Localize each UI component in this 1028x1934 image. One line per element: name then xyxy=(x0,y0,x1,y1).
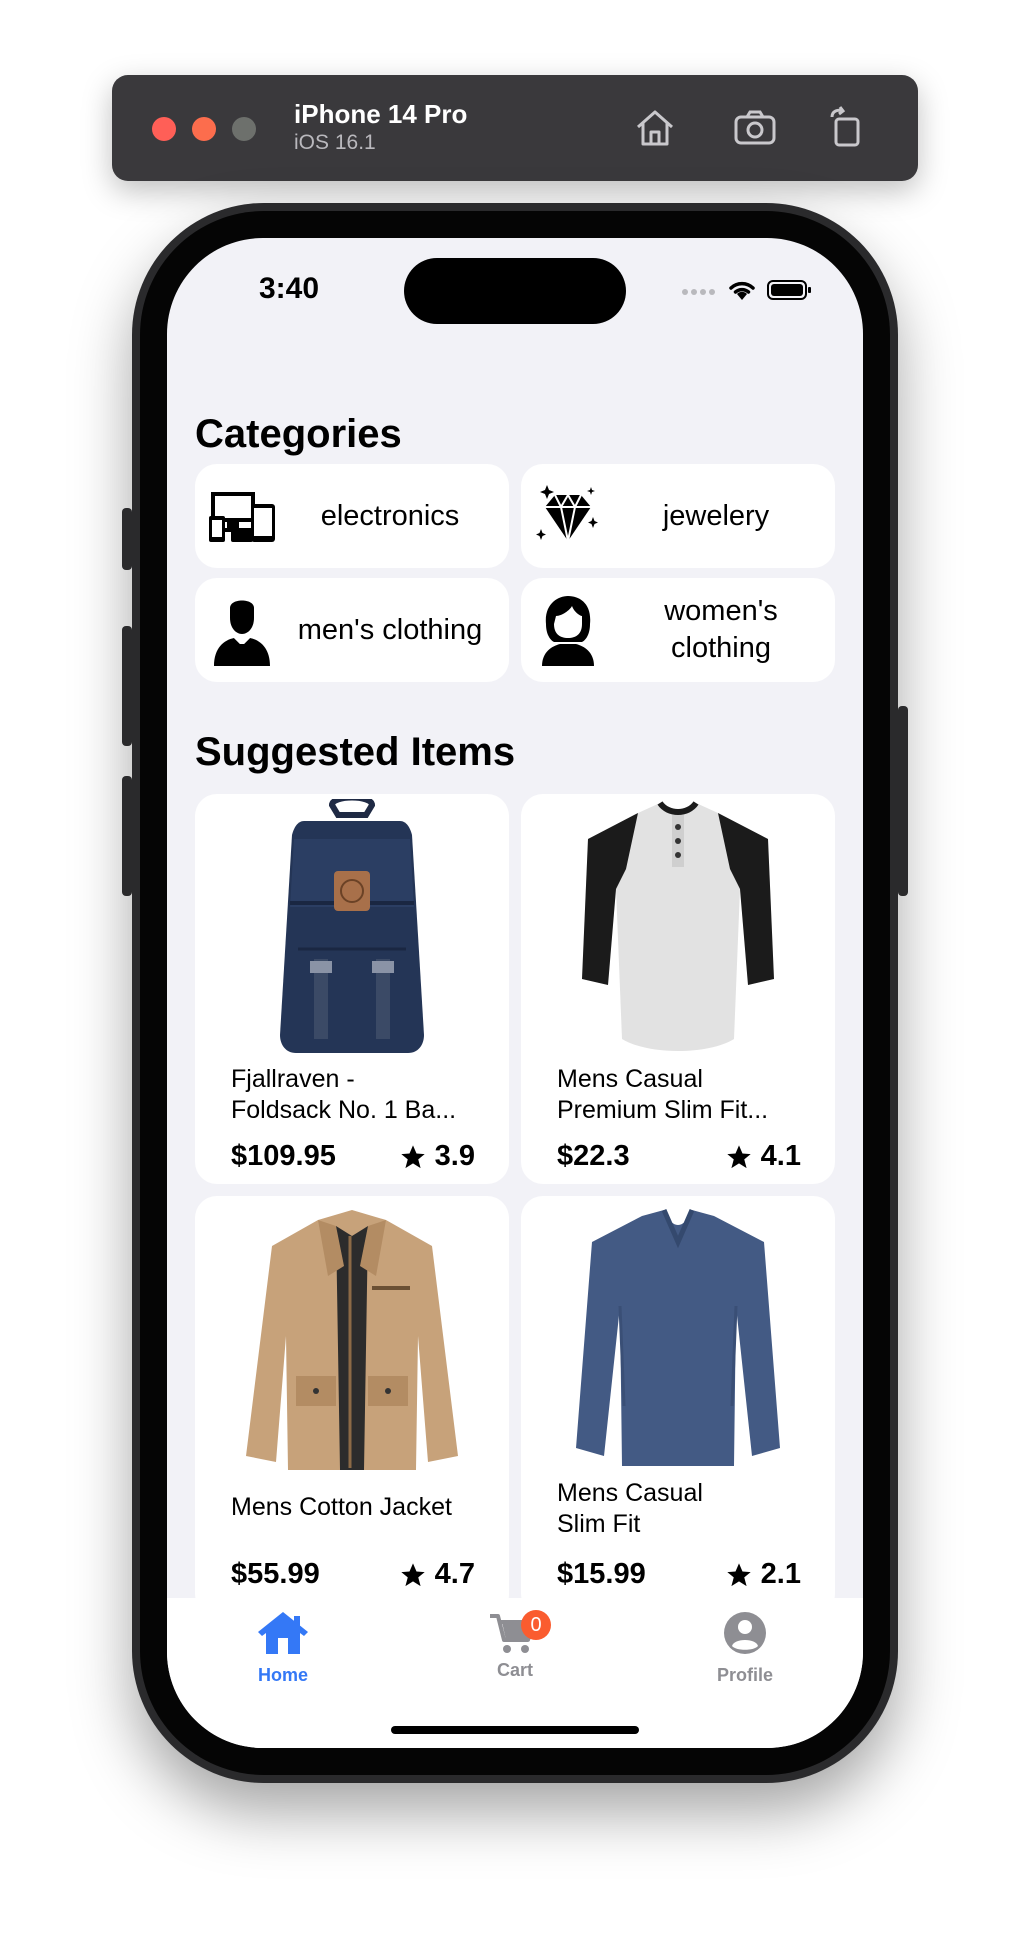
category-label: electronics xyxy=(320,499,460,532)
longsleeve-image xyxy=(521,1196,835,1486)
zoom-window-button[interactable] xyxy=(232,117,256,141)
star-icon xyxy=(401,1144,425,1168)
product-name-line2: Slim Fit xyxy=(557,1510,641,1538)
product-rating: 4.1 xyxy=(725,1140,801,1173)
minimize-window-button[interactable] xyxy=(192,117,216,141)
rating-value: 3.9 xyxy=(434,1140,475,1172)
rating-value: 2.1 xyxy=(760,1558,801,1590)
category-label: women's clothing xyxy=(664,595,778,664)
rating-value: 4.7 xyxy=(434,1558,475,1590)
product-card[interactable]: Mens Cotton Jacket $55.99 4.7 xyxy=(195,1196,509,1616)
product-name: Mens Casual Premium Slim Fit... xyxy=(557,1064,817,1126)
os-version: iOS 16.1 xyxy=(294,131,376,154)
category-label: men's clothing xyxy=(297,613,483,646)
product-card[interactable]: Fjallraven - Foldsack No. 1 Ba... $109.9… xyxy=(195,794,509,1184)
tab-cart[interactable]: 0 Cart xyxy=(455,1610,575,1681)
product-name-line1: Fjallraven - xyxy=(231,1065,355,1093)
star-icon xyxy=(727,1562,751,1586)
woman-icon xyxy=(531,593,605,667)
rotate-icon[interactable] xyxy=(822,103,872,153)
volume-up-button xyxy=(122,626,132,746)
cart-badge: 0 xyxy=(521,1610,551,1640)
product-price: $15.99 xyxy=(557,1558,646,1590)
status-time: 3:40 xyxy=(259,272,320,305)
wifi-icon xyxy=(727,278,757,307)
category-label: jewelery xyxy=(662,499,770,532)
categories-title: Categories xyxy=(195,412,402,456)
product-price: $22.3 xyxy=(557,1140,630,1172)
jacket-image xyxy=(195,1196,509,1486)
device-name: iPhone 14 Pro xyxy=(294,99,468,129)
tab-home[interactable]: Home xyxy=(223,1610,343,1686)
category-mens-clothing[interactable]: men's clothing xyxy=(195,578,509,682)
category-electronics[interactable]: electronics xyxy=(195,464,509,568)
power-button xyxy=(898,706,908,896)
suggested-title: Suggested Items xyxy=(195,730,516,774)
status-icons xyxy=(681,278,813,307)
tab-profile[interactable]: Profile xyxy=(685,1610,805,1686)
home-indicator xyxy=(391,1726,639,1734)
silent-switch xyxy=(122,508,132,570)
close-window-button[interactable] xyxy=(152,117,176,141)
product-name-line1: Mens Casual xyxy=(557,1479,703,1507)
product-name: Fjallraven - Foldsack No. 1 Ba... xyxy=(231,1064,491,1126)
tab-label: Profile xyxy=(716,1665,773,1685)
category-womens-clothing[interactable]: women's clothing xyxy=(521,578,835,682)
star-icon xyxy=(401,1562,425,1586)
man-icon xyxy=(205,593,279,667)
backpack-image xyxy=(195,794,509,1064)
product-card[interactable]: Mens Casual Slim Fit $15.99 2.1 xyxy=(521,1196,835,1616)
diamond-icon xyxy=(531,479,605,553)
tab-label: Cart xyxy=(496,1660,533,1680)
star-icon xyxy=(727,1144,751,1168)
volume-down-button xyxy=(122,776,132,896)
screenshot-icon[interactable] xyxy=(730,103,780,153)
electronics-icon xyxy=(205,479,279,553)
rating-value: 4.1 xyxy=(760,1140,801,1172)
product-name-line1: Mens Cotton Jacket xyxy=(231,1493,452,1521)
product-name-line2: Premium Slim Fit... xyxy=(557,1096,769,1124)
product-name-line2: Foldsack No. 1 Ba... xyxy=(231,1096,457,1124)
henley-shirt-image xyxy=(521,794,835,1064)
battery-icon xyxy=(767,278,813,307)
product-rating: 2.1 xyxy=(725,1558,801,1591)
simulator-toolbar: iPhone 14 Pro iOS 16.1 xyxy=(112,75,918,181)
app-screen: 3:40 Categories electronics jewelery men… xyxy=(167,238,863,1748)
home-icon[interactable] xyxy=(630,103,680,153)
tab-label: Home xyxy=(257,1665,308,1685)
product-rating: 4.7 xyxy=(399,1558,475,1591)
product-name: Mens Cotton Jacket xyxy=(231,1492,491,1523)
product-name-line1: Mens Casual xyxy=(557,1065,703,1093)
product-price: $109.95 xyxy=(231,1140,336,1172)
product-rating: 3.9 xyxy=(399,1140,475,1173)
product-card[interactable]: Mens Casual Premium Slim Fit... $22.3 4.… xyxy=(521,794,835,1184)
product-price: $55.99 xyxy=(231,1558,320,1590)
product-name: Mens Casual Slim Fit xyxy=(557,1478,817,1540)
signal-icon xyxy=(681,284,717,302)
dynamic-island xyxy=(404,258,626,324)
profile-icon xyxy=(724,1612,766,1654)
category-jewelery[interactable]: jewelery xyxy=(521,464,835,568)
home-icon xyxy=(258,1612,308,1654)
